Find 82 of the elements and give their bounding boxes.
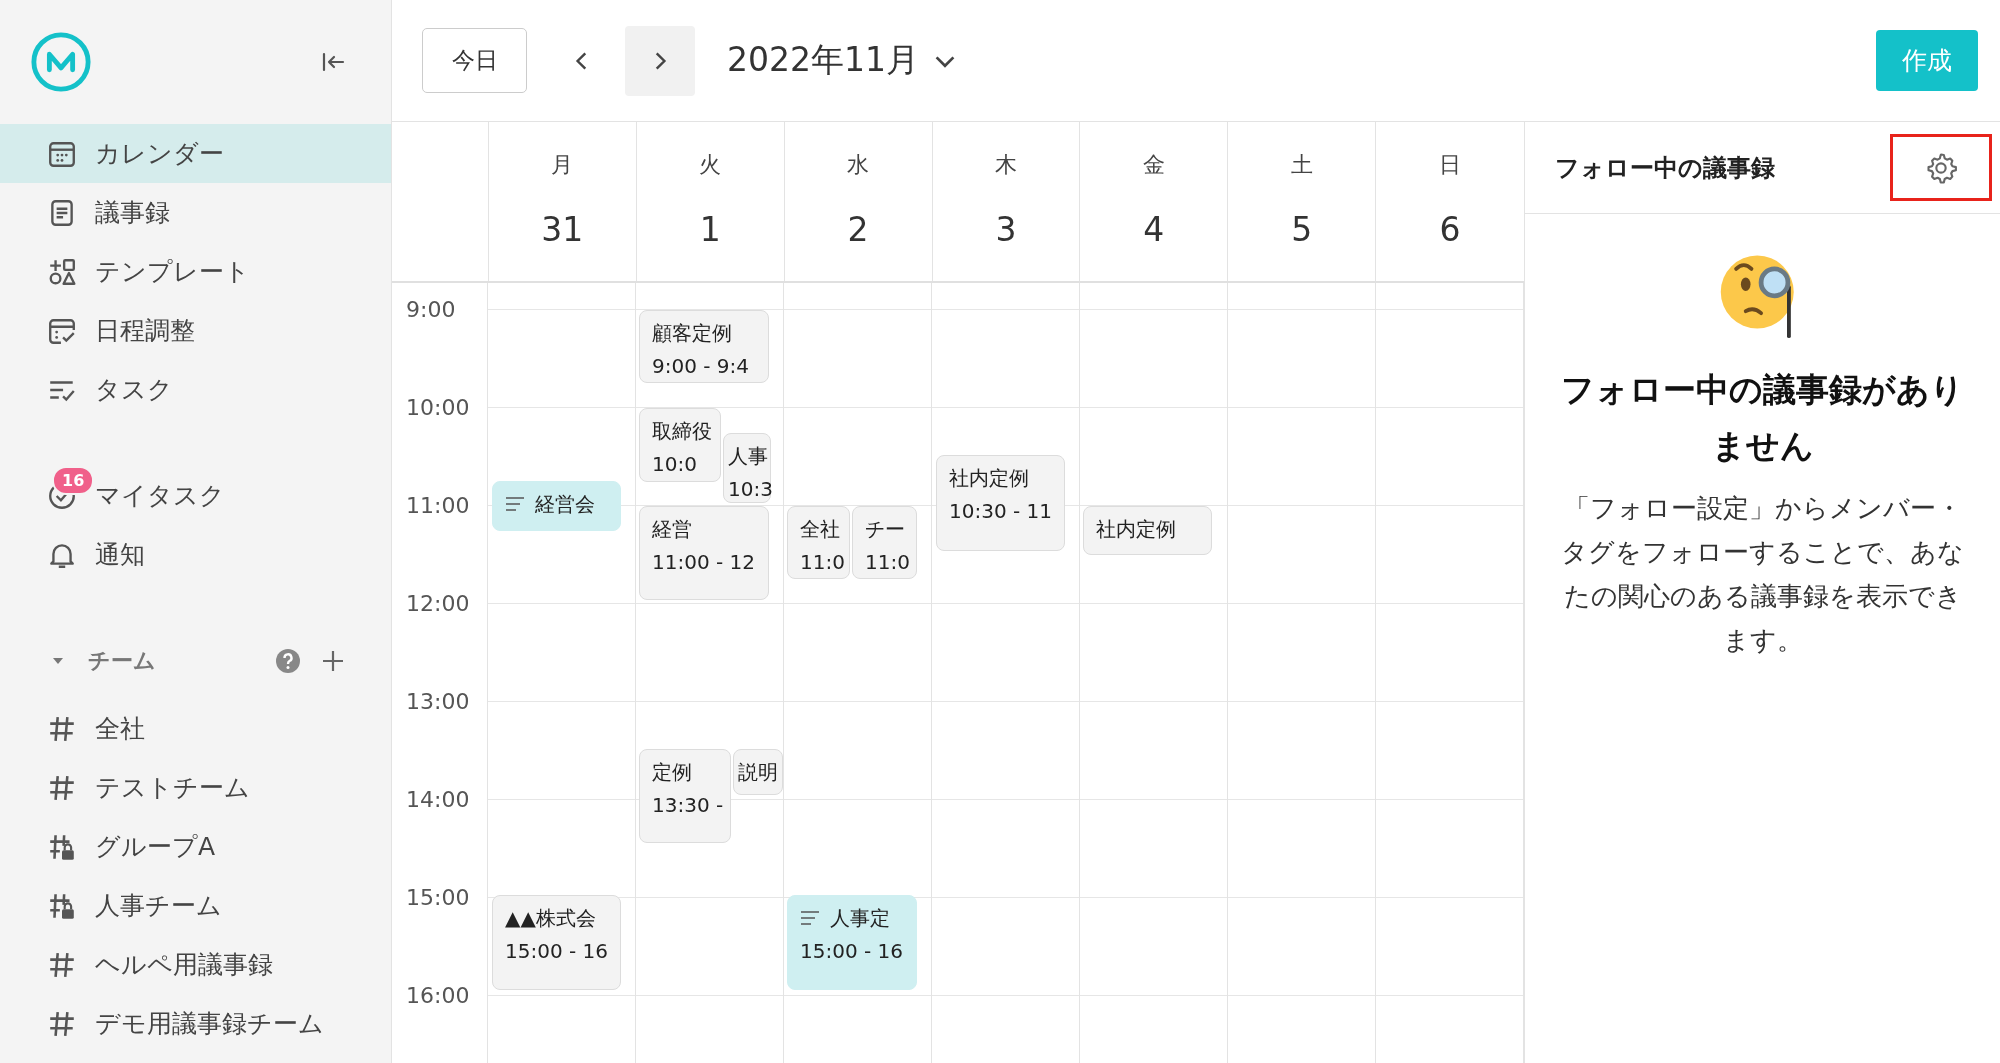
notes-icon bbox=[800, 910, 820, 926]
event-title: 人事定 bbox=[830, 905, 890, 932]
time-label: 13:00 bbox=[405, 688, 471, 714]
event-time: 13:30 - bbox=[652, 792, 724, 819]
event-title: 顧客定例 bbox=[652, 320, 732, 347]
event-title: 説明 bbox=[738, 759, 778, 786]
date-number: 3 bbox=[995, 210, 1017, 249]
weekday-label: 水 bbox=[847, 151, 870, 179]
weekday-label: 火 bbox=[699, 151, 722, 179]
weekday-label: 金 bbox=[1142, 151, 1165, 179]
weekday-label: 月 bbox=[551, 151, 574, 179]
event-title: 全社 bbox=[800, 516, 840, 543]
date-number: 5 bbox=[1291, 210, 1313, 249]
time-label: 15:00 bbox=[405, 884, 471, 910]
weekday-label: 土 bbox=[1290, 151, 1313, 179]
team-item[interactable]: デモ用議事録チーム bbox=[0, 994, 391, 1053]
time-label: 12:00 bbox=[405, 590, 471, 616]
section-label: チーム bbox=[88, 647, 157, 675]
event-title: 取締役 bbox=[652, 418, 712, 445]
event-title: ▲▲株式会 bbox=[505, 905, 596, 932]
calendar-event[interactable]: 取締役 10:0 bbox=[639, 408, 721, 482]
time-label: 10:00 bbox=[405, 394, 471, 420]
time-label: 11:00 bbox=[405, 492, 471, 518]
calendar-event[interactable]: 顧客定例 9:00 - 9:4 bbox=[639, 310, 769, 383]
event-time: 11:0 bbox=[800, 549, 843, 576]
team-item[interactable]: テストチーム bbox=[0, 758, 391, 817]
shapes-icon bbox=[47, 256, 77, 287]
team-item[interactable]: 全社 bbox=[0, 699, 391, 758]
weekday-label: 木 bbox=[995, 151, 1017, 179]
team-item[interactable]: グループA bbox=[0, 817, 391, 876]
sidebar-item[interactable]: 日程調整 bbox=[0, 301, 391, 360]
sidebar-item[interactable]: 議事録 bbox=[0, 183, 391, 242]
calendar-event[interactable]: 経営会 bbox=[492, 481, 621, 531]
event-title: 定例 bbox=[652, 759, 692, 786]
empty-state-heading: フォロー中の議事録がありません bbox=[1560, 369, 1965, 467]
event-time: 15:00 - 16 bbox=[800, 938, 905, 965]
calendar-event[interactable]: 人事 10:3 bbox=[723, 433, 771, 503]
calendar-event[interactable]: 人事定 15:00 - 16 bbox=[787, 895, 917, 990]
today-button[interactable]: 今日 bbox=[422, 28, 527, 93]
sidebar-item[interactable]: 16 マイタスク bbox=[0, 466, 391, 525]
sidebar-item[interactable]: 通知 bbox=[0, 525, 391, 584]
event-time: 11:0 bbox=[865, 549, 910, 576]
date-number: 1 bbox=[699, 210, 721, 249]
time-label: 14:00 bbox=[405, 786, 471, 812]
help-icon[interactable] bbox=[273, 646, 303, 676]
notes-icon bbox=[505, 496, 525, 512]
event-title: 社内定例 bbox=[1096, 516, 1176, 543]
team-item[interactable]: ヘルペ用議事録 bbox=[0, 935, 391, 994]
event-title: 経営 bbox=[652, 516, 692, 543]
empty-state-text: 「フォロー設定」からメンバー・タグをフォローすることで、あなたの関心のある議事録を表示できます。 bbox=[1560, 492, 1965, 657]
time-label: 9:00 bbox=[405, 296, 457, 322]
event-time: 11:00 - 12 bbox=[652, 549, 757, 576]
calendar-event[interactable]: 経営 11:00 - 12 bbox=[639, 506, 769, 600]
calendar-event[interactable]: 定例 13:30 - bbox=[639, 749, 731, 843]
team-item[interactable]: 人事チーム bbox=[0, 876, 391, 935]
calendar-event[interactable]: ▲▲株式会 15:00 - 16 bbox=[492, 895, 621, 990]
calendar-event[interactable]: 説明 bbox=[733, 749, 783, 795]
count-badge: 16 bbox=[52, 466, 95, 495]
event-time: 9:00 - 9:4 bbox=[652, 353, 751, 380]
date-number: 2 bbox=[847, 210, 869, 249]
month-title: 2022年11月 bbox=[727, 39, 919, 81]
calendar-event[interactable]: 社内定例 bbox=[1083, 506, 1212, 555]
calendar-event[interactable]: 全社 11:0 bbox=[787, 506, 850, 579]
calendar-event[interactable]: チー 11:0 bbox=[852, 506, 917, 579]
weekday-label: 日 bbox=[1439, 151, 1462, 179]
settings-button[interactable] bbox=[1890, 134, 1992, 201]
sidebar-item[interactable]: タスク bbox=[0, 360, 391, 419]
sidebar-item[interactable]: テンプレート bbox=[0, 242, 391, 301]
date-number: 4 bbox=[1143, 210, 1165, 249]
date-number: 6 bbox=[1439, 210, 1461, 249]
calendar-event[interactable]: 社内定例 10:30 - 11 bbox=[936, 455, 1065, 551]
event-time: 10:0 bbox=[652, 451, 698, 478]
event-title: チー bbox=[865, 516, 905, 543]
date-number: 31 bbox=[541, 210, 584, 249]
panel-title: フォロー中の議事録 bbox=[1555, 152, 1775, 184]
time-label: 16:00 bbox=[405, 982, 471, 1008]
event-title: 経営会 bbox=[535, 491, 595, 518]
event-title: 社内定例 bbox=[949, 465, 1029, 492]
sidebar-item[interactable]: カレンダー bbox=[0, 124, 391, 183]
event-time: 10:30 - 11 bbox=[949, 498, 1054, 525]
event-title: 人事 bbox=[728, 443, 768, 470]
event-time: 15:00 - 16 bbox=[505, 938, 610, 965]
